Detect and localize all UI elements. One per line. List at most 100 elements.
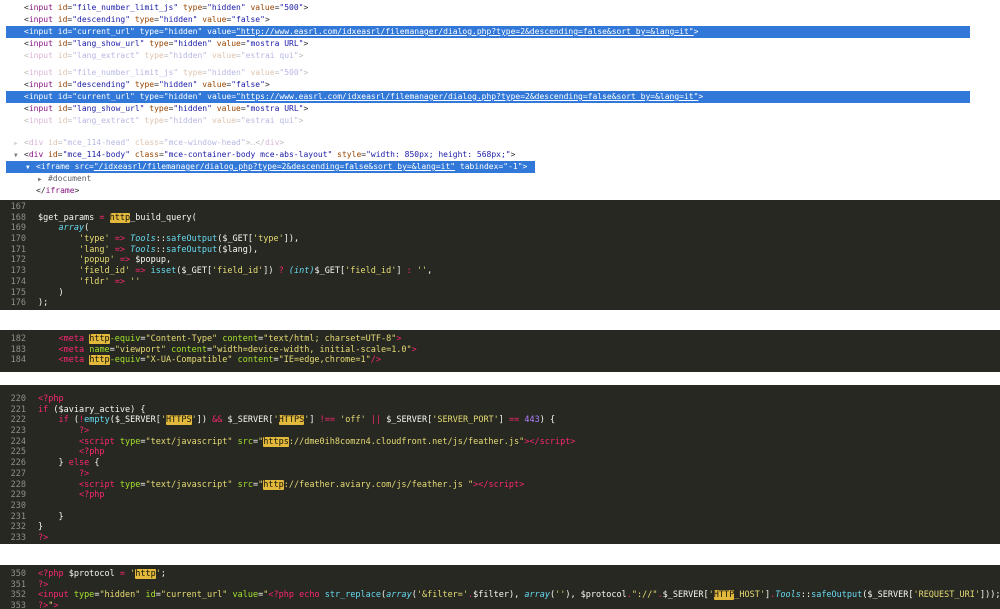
code-line[interactable]: 222 if (!empty($_SERVER['HTTPS']) && $_S… xyxy=(0,415,1000,426)
code-line[interactable]: 176); xyxy=(0,298,1000,309)
collapse-arrow-icon[interactable]: ▼ xyxy=(14,150,24,162)
dom-node-selected[interactable]: ▼ <iframe src="/idxeasrl/filemanager/dial… xyxy=(6,161,536,174)
dom-node[interactable]: <input id="lang_show_url" type="hidden" … xyxy=(6,103,970,115)
syntax-token: "500" xyxy=(279,3,304,12)
syntax-token: :: xyxy=(800,590,812,601)
code-line[interactable]: 229 <?php xyxy=(0,490,1000,501)
syntax-token: $filter), xyxy=(473,590,525,601)
code-line[interactable]: 224 <script type="text/javascript" src="… xyxy=(0,436,1000,448)
code-line[interactable]: 173 'field_id' => isset($_GET['field_id'… xyxy=(0,266,1000,277)
dom-node[interactable]: <input id="lang_show_url" type="hidden" … xyxy=(6,38,970,50)
syntax-token xyxy=(38,437,79,447)
syntax-token: if xyxy=(38,404,49,415)
syntax-token: ])); xyxy=(979,590,1000,601)
dom-node[interactable]: ▶ <div id="mce_114-head" class="mce-windo… xyxy=(6,137,970,149)
syntax-token: echo xyxy=(299,590,320,601)
syntax-token: value xyxy=(232,590,259,601)
syntax-token: <script xyxy=(78,479,120,490)
syntax-token: 'field_id' xyxy=(212,266,264,277)
code-line[interactable]: 350 <?php $protocol = 'http'; xyxy=(0,569,1000,580)
code-line[interactable]: 223 ?> xyxy=(0,426,1000,437)
code-line[interactable]: 175 ) xyxy=(0,288,1000,299)
dom-node[interactable]: <input id="lang_extract" type="hidden" v… xyxy=(6,115,970,127)
code-line[interactable]: 352 <input type="hidden" id="current_url"… xyxy=(0,590,1000,601)
syntax-token: > xyxy=(303,104,309,113)
syntax-token: id xyxy=(57,104,68,113)
dom-node[interactable]: ▶ #document xyxy=(6,173,970,185)
syntax-token: "/idxeasrl/filemanager/dialog.php?type=2… xyxy=(93,162,456,171)
syntax-token: <?php xyxy=(78,447,105,458)
code-line[interactable]: 168 $get_params = http_build_query( xyxy=(0,212,1000,224)
code-line[interactable]: 172 'popup' => $popup, xyxy=(0,255,1000,266)
code-line[interactable]: 171 'lang' => Tools::safeOutput($lang), xyxy=(0,245,1000,256)
dom-node[interactable]: <input id="file_number_limit_js" type="h… xyxy=(6,67,970,79)
syntax-token: ></script> xyxy=(524,436,576,447)
code-line[interactable]: 220 <?php xyxy=(0,394,1000,405)
syntax-token: value xyxy=(216,104,241,113)
dom-node[interactable]: <input id="descending" type="hidden" val… xyxy=(6,79,970,91)
dom-node[interactable]: <input id="lang_extract" type="hidden" v… xyxy=(6,50,970,60)
code-line[interactable]: 184 <meta http-equiv="X-UA-Compatible" c… xyxy=(0,355,1000,366)
syntax-token: ($lang), xyxy=(217,244,259,255)
syntax-token: "estrai qui" xyxy=(240,116,299,125)
syntax-token: "false" xyxy=(231,80,265,89)
syntax-token: value xyxy=(250,68,275,77)
dom-node[interactable]: </iframe> xyxy=(6,185,970,197)
syntax-token: value xyxy=(207,27,232,36)
line-number: 221 xyxy=(10,404,26,415)
code-text: <?php xyxy=(26,447,105,457)
dom-node-selected[interactable]: <input id="current_url" type="hidden" va… xyxy=(6,91,970,103)
dom-node[interactable]: <input id="file_number_limit_js" type="h… xyxy=(6,2,970,14)
code-line[interactable]: 225 <?php xyxy=(0,447,1000,458)
code-line[interactable]: 227 ?> xyxy=(0,469,1000,480)
code-line[interactable]: 167 xyxy=(0,202,1000,213)
syntax-token: '&filter=' xyxy=(416,590,469,601)
code-line[interactable]: 182 <meta http-equiv="Content-Type" cont… xyxy=(0,334,1000,345)
line-number: 167 xyxy=(10,202,26,212)
syntax-token: "hidden" xyxy=(158,15,198,24)
dom-node[interactable]: ▼ <div id="mce_114-body" class="mce-conta… xyxy=(6,149,970,161)
line-number: 230 xyxy=(10,500,26,511)
syntax-token: ?> xyxy=(78,426,90,437)
syntax-token: 'fldr' xyxy=(78,276,110,287)
syntax-token: value xyxy=(207,92,232,101)
line-number: 169 xyxy=(10,223,26,234)
syntax-token: value xyxy=(216,39,241,48)
collapse-arrow-icon[interactable]: ▼ xyxy=(26,162,36,174)
syntax-token: '' xyxy=(130,276,141,287)
syntax-token: iframe xyxy=(45,186,75,195)
line-number: 172 xyxy=(10,255,26,266)
syntax-token: { xyxy=(89,458,100,469)
syntax-token: :: xyxy=(155,234,167,245)
syntax-token: class xyxy=(134,150,159,159)
expand-arrow-icon[interactable]: ▶ xyxy=(14,138,24,150)
code-line[interactable]: 233 ?> xyxy=(0,533,1000,544)
dom-node-selected[interactable]: <input id="current_url" type="hidden" va… xyxy=(6,26,970,38)
code-line[interactable]: 230 xyxy=(0,501,1000,512)
code-line[interactable]: 169 array( xyxy=(0,223,1000,234)
code-line[interactable]: 183 <meta name="viewport" content="width… xyxy=(0,345,1000,356)
code-line[interactable]: 170 'type' => Tools::safeOutput($_GET['t… xyxy=(0,234,1000,245)
dom-node[interactable]: <input id="descending" type="hidden" val… xyxy=(6,14,970,26)
code-line[interactable]: 221 if ($aviary_active) { xyxy=(0,405,1000,416)
syntax-token: type xyxy=(144,51,164,60)
code-line[interactable]: 353 ?>"> xyxy=(0,601,1000,609)
syntax-token: > xyxy=(264,15,270,24)
code-line[interactable]: 232} xyxy=(0,522,1000,533)
line-number: 170 xyxy=(10,234,26,245)
syntax-token: '' xyxy=(555,590,566,601)
code-line[interactable]: 351 ?> xyxy=(0,580,1000,591)
syntax-token: "://" xyxy=(631,590,658,601)
code-line[interactable]: 231 } xyxy=(0,512,1000,523)
syntax-token: 'field_id' xyxy=(78,266,131,277)
syntax-token: 'type' xyxy=(253,234,284,245)
syntax-token: ( xyxy=(84,223,90,234)
syntax-token: "hidden" xyxy=(168,51,208,60)
code-line[interactable]: 174 'fldr' => '' xyxy=(0,277,1000,288)
code-line[interactable]: 226 } else { xyxy=(0,458,1000,469)
syntax-token: #document xyxy=(48,174,92,183)
syntax-token: Tools xyxy=(130,244,156,255)
code-line[interactable]: 228 <script type="text/javascript" src="… xyxy=(0,479,1000,491)
syntax-token: "width=device-width, initial-scale=1.0" xyxy=(212,344,412,355)
syntax-token: "http://www.easrl.com/idxeasrl/filemanag… xyxy=(236,27,694,36)
